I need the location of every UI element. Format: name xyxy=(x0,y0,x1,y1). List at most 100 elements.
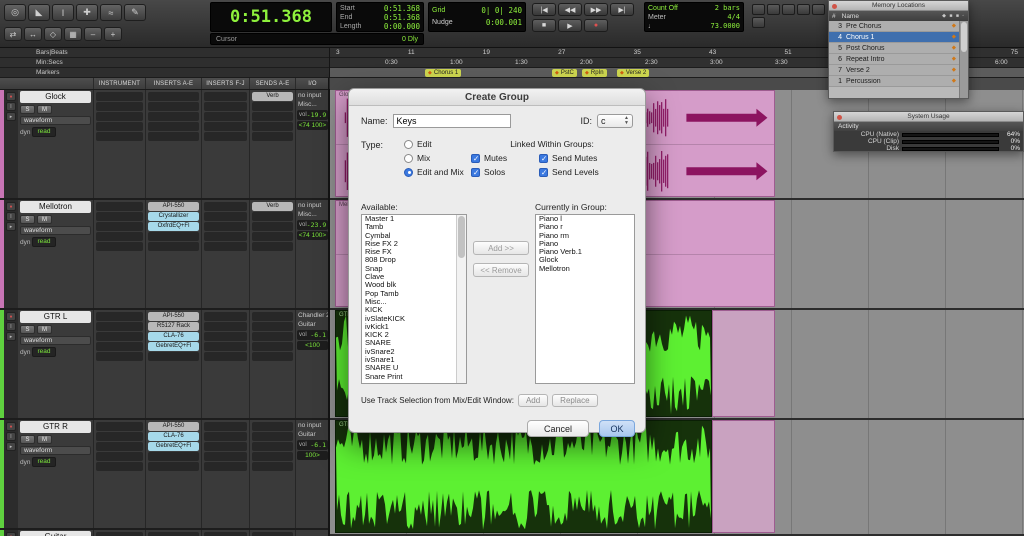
add-button[interactable]: Add >> xyxy=(473,241,529,255)
group-type-option[interactable]: Mix xyxy=(404,153,464,163)
insert-slot[interactable] xyxy=(148,112,199,121)
stop-icon[interactable]: ■ xyxy=(532,19,556,32)
insert-slot[interactable] xyxy=(204,442,247,451)
track-view-selector[interactable]: waveform xyxy=(20,446,91,455)
group-member-item[interactable]: Piano l xyxy=(536,215,634,223)
pencil-tool-icon[interactable]: ✎ xyxy=(124,4,146,21)
toolbar-button[interactable] xyxy=(752,17,765,28)
output-selector[interactable]: Misc... xyxy=(297,100,328,109)
toolbar-button[interactable] xyxy=(797,4,810,15)
track-lane-gtr-r[interactable]: GTR R xyxy=(330,420,1024,536)
memory-location-row[interactable]: 5 Post Chorus ◆ xyxy=(829,43,959,54)
group-id-select[interactable]: c ▲ ▼ xyxy=(597,114,633,128)
memory-location-row[interactable]: 1 Percussion ◆ xyxy=(829,76,959,87)
instrument-slot[interactable] xyxy=(96,102,143,111)
length-value[interactable]: 0:00.000 xyxy=(384,22,420,31)
send-slot[interactable] xyxy=(252,312,293,321)
start-value[interactable]: 0:51.368 xyxy=(384,4,420,13)
grid-value[interactable]: 0| 0| 240 xyxy=(481,6,522,16)
send-slot[interactable] xyxy=(252,112,293,121)
checkbox-icon[interactable] xyxy=(471,153,480,163)
insert-slot[interactable] xyxy=(204,232,247,241)
linked-option[interactable]: Send Mutes xyxy=(539,153,617,163)
slip-mode-icon[interactable]: ↔ xyxy=(24,27,42,41)
current-group-list[interactable]: Piano l Piano r Piano rm Piano Piano Verb.1 G… xyxy=(535,214,635,384)
automation-mode-button[interactable]: read xyxy=(32,347,56,357)
timeline-marker[interactable]: ◆ Verse 2 xyxy=(617,69,650,77)
solo-button[interactable]: S xyxy=(20,435,35,444)
pan-readout[interactable]: 100> xyxy=(297,451,328,460)
available-track-item[interactable]: KICK 2 xyxy=(362,331,456,339)
insert-slot[interactable] xyxy=(204,242,247,251)
grabber-tool-icon[interactable]: ✚ xyxy=(76,4,98,21)
automation-mode-button[interactable]: read xyxy=(32,457,56,467)
instrument-slot[interactable] xyxy=(96,332,143,341)
playlist-toggle-icon[interactable]: ▸ xyxy=(6,442,16,451)
linked-option[interactable]: Send Levels xyxy=(539,167,617,177)
insert-slot[interactable] xyxy=(204,452,247,461)
insert-slot[interactable]: GebretEQ+Fl xyxy=(148,342,199,351)
insert-slot[interactable]: Crystallizer xyxy=(148,212,199,221)
record-enable-icon[interactable]: ● xyxy=(6,202,16,211)
bars-beats-label[interactable]: Bars|Beats xyxy=(0,48,329,58)
group-member-item[interactable]: Glock xyxy=(536,256,634,264)
instrument-slot[interactable] xyxy=(96,322,143,331)
group-member-item[interactable]: Piano xyxy=(536,240,634,248)
playlist-toggle-icon[interactable]: ▸ xyxy=(6,112,16,121)
toolbar-button[interactable] xyxy=(812,4,825,15)
scrubber-tool-icon[interactable]: ≈ xyxy=(100,4,122,21)
record-icon[interactable]: ● xyxy=(584,19,608,32)
memory-locations-scrollbar[interactable] xyxy=(959,21,968,98)
grid-mode-icon[interactable]: ▦ xyxy=(64,27,82,41)
insert-slot[interactable]: CLA-76 xyxy=(148,432,199,441)
rewind-icon[interactable]: ◀◀ xyxy=(558,3,582,16)
send-slot[interactable] xyxy=(252,432,293,441)
memory-location-row[interactable]: 4 Chorus 1 ◆ xyxy=(829,32,959,43)
volume-readout[interactable]: vol -6.1 xyxy=(297,440,328,450)
group-member-item[interactable]: Piano r xyxy=(536,223,634,231)
timeline-marker[interactable]: ◆ RpIn xyxy=(582,69,607,77)
pan-readout[interactable]: <74 100> xyxy=(297,121,328,130)
playlist-toggle-icon[interactable]: ▸ xyxy=(6,332,16,341)
input-selector[interactable]: no input xyxy=(297,91,328,100)
toolbar-button[interactable] xyxy=(767,4,780,15)
available-list-scrollbar[interactable] xyxy=(456,215,466,383)
zoomer-tool-icon[interactable]: ◎ xyxy=(4,4,26,21)
record-enable-icon[interactable]: ● xyxy=(6,312,16,321)
track-name[interactable]: GTR R xyxy=(20,421,91,433)
send-slot[interactable] xyxy=(252,332,293,341)
track-name[interactable]: Guitar xyxy=(20,531,91,536)
available-track-item[interactable]: Snare Print xyxy=(362,373,456,381)
input-selector[interactable] xyxy=(297,531,328,536)
instrument-slot[interactable] xyxy=(96,212,143,221)
insert-slot[interactable] xyxy=(204,462,247,471)
send-slot[interactable] xyxy=(252,532,293,536)
insert-slot[interactable] xyxy=(204,532,247,536)
insert-slot[interactable] xyxy=(148,462,199,471)
checkbox-icon[interactable] xyxy=(471,167,480,177)
scrollbar-thumb[interactable] xyxy=(961,22,967,52)
insert-slot[interactable] xyxy=(204,222,247,231)
send-slot[interactable] xyxy=(252,452,293,461)
timeline-marker[interactable]: ◆ Chorus 1 xyxy=(425,69,462,77)
available-track-item[interactable]: Snap xyxy=(362,265,456,273)
send-slot[interactable]: Verb xyxy=(252,202,293,211)
instrument-slot[interactable] xyxy=(96,442,143,451)
send-slot[interactable] xyxy=(252,422,293,431)
insert-slot[interactable]: API-550 xyxy=(148,422,199,431)
selection-replace-button[interactable]: Replace xyxy=(552,394,598,407)
toolbar-button[interactable] xyxy=(782,4,795,15)
volume-readout[interactable]: vol -23.9 xyxy=(297,220,328,230)
instrument-slot[interactable] xyxy=(96,242,143,251)
available-track-item[interactable]: Master 1 xyxy=(362,215,456,223)
input-selector[interactable]: Chandler 2 xyxy=(297,311,328,320)
solo-button[interactable]: S xyxy=(20,215,35,224)
available-track-item[interactable]: ivSlateKICK xyxy=(362,315,456,323)
end-value[interactable]: 0:51.368 xyxy=(384,13,420,22)
insert-slot[interactable] xyxy=(204,332,247,341)
input-selector[interactable]: no input xyxy=(297,201,328,210)
zoom-in-icon[interactable]: + xyxy=(104,27,122,41)
instrument-slot[interactable] xyxy=(96,222,143,231)
send-slot[interactable] xyxy=(252,212,293,221)
available-track-item[interactable]: Tamb xyxy=(362,223,456,231)
